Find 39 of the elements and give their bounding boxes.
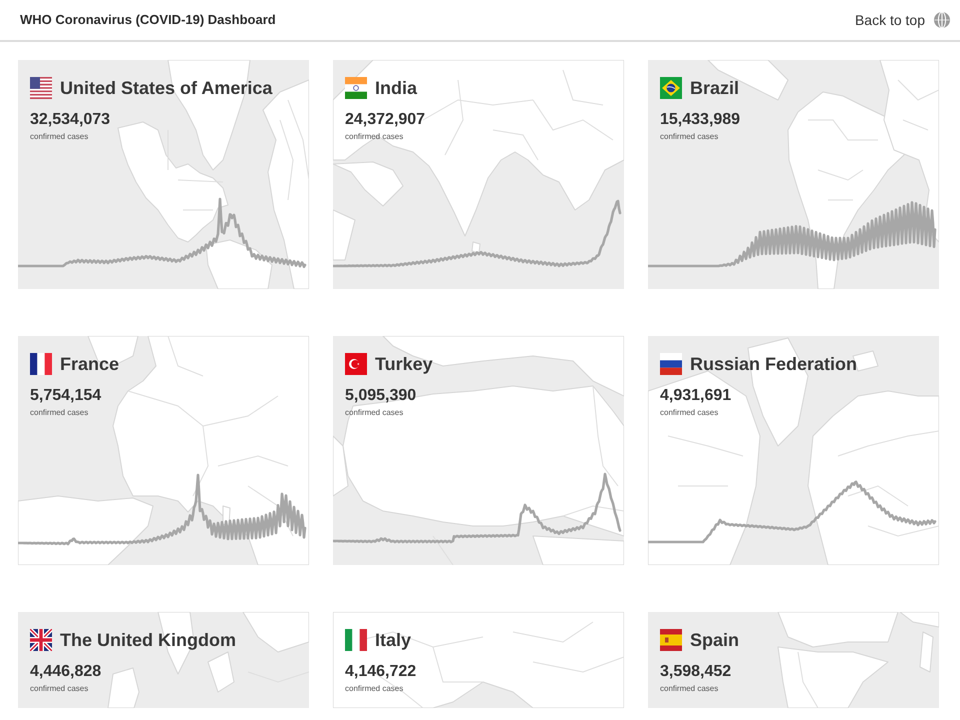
country-name: United States of America — [60, 77, 272, 99]
flag-icon — [345, 629, 367, 651]
cases-caption: confirmed cases — [30, 684, 88, 694]
flag-icon — [30, 77, 52, 99]
cases-caption: confirmed cases — [660, 684, 718, 694]
cases-caption: confirmed cases — [30, 132, 88, 142]
globe-icon — [934, 12, 950, 28]
flag-icon — [30, 353, 52, 375]
flag-icon — [660, 629, 682, 651]
case-count: 32,534,073 — [30, 111, 110, 129]
dashboard-title: WHO Coronavirus (COVID-19) Dashboard — [20, 12, 276, 28]
case-count: 5,754,154 — [30, 387, 102, 405]
country-name: Spain — [690, 629, 740, 651]
country-name: Brazil — [690, 77, 740, 99]
flag-icon — [30, 629, 52, 651]
case-count: 4,931,691 — [660, 387, 732, 405]
flag-icon — [660, 353, 682, 375]
country-name: India — [375, 77, 418, 99]
flag-icon — [660, 77, 682, 99]
country-name: Russian Federation — [690, 353, 858, 375]
cases-caption: confirmed cases — [345, 684, 404, 694]
cases-caption: confirmed cases — [345, 132, 404, 142]
case-count: 4,146,722 — [345, 663, 416, 681]
cases-caption: confirmed cases — [30, 408, 88, 418]
case-count: 5,095,390 — [345, 387, 416, 405]
cases-caption: confirmed cases — [660, 408, 718, 418]
case-count: 15,433,989 — [660, 111, 740, 129]
country-name: The United Kingdom — [60, 629, 236, 651]
case-count: 3,598,452 — [660, 663, 732, 681]
case-count: 4,446,828 — [30, 663, 102, 681]
cases-caption: confirmed cases — [660, 132, 718, 142]
cases-caption: confirmed cases — [345, 408, 404, 418]
country-name: France — [60, 353, 120, 375]
country-name: Italy — [375, 629, 412, 651]
back-to-top-link[interactable]: Back to top — [854, 12, 950, 28]
country-name: Turkey — [375, 353, 433, 375]
flag-icon — [345, 353, 367, 375]
case-count: 24,372,907 — [345, 111, 426, 129]
flag-icon — [345, 77, 367, 99]
